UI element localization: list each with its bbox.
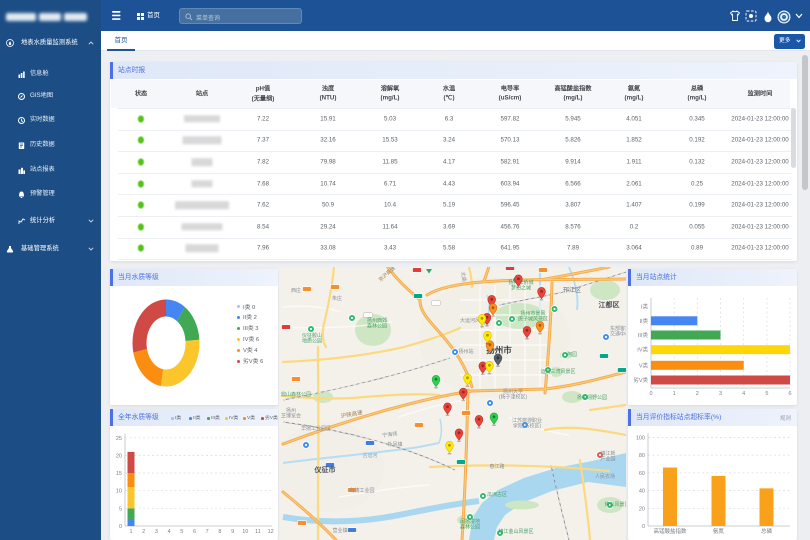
svg-text:仪征市: 仪征市 (314, 465, 336, 474)
svg-text:瓜洲古区: 瓜洲古区 (487, 491, 507, 498)
svg-text:人民农场: 人民农场 (595, 473, 615, 480)
svg-text:氨氮: 氨氮 (713, 527, 725, 535)
svg-text:朴凤镇: 朴凤镇 (387, 441, 402, 448)
svg-text:4: 4 (742, 391, 745, 397)
svg-text:营业镇: 营业镇 (332, 527, 347, 534)
svg-text:3: 3 (719, 391, 722, 397)
svg-text:总磷: 总磷 (761, 527, 773, 535)
svg-text:2: 2 (142, 529, 145, 535)
svg-text:何园: 何园 (567, 351, 577, 358)
svg-text:春江路: 春江路 (489, 463, 504, 470)
svg-text:0: 0 (649, 391, 652, 397)
svg-text:朱庄: 朱庄 (332, 295, 342, 302)
svg-text:运河三湾风景区: 运河三湾风景区 (540, 368, 575, 375)
svg-text:西庄: 西庄 (291, 287, 301, 294)
svg-text:邗江区: 邗江区 (563, 286, 581, 294)
svg-text:40: 40 (639, 489, 645, 495)
svg-text:60: 60 (639, 471, 645, 477)
svg-text:10: 10 (116, 489, 122, 495)
svg-text:7: 7 (206, 529, 209, 535)
svg-text:0: 0 (642, 524, 645, 530)
svg-text:12: 12 (268, 529, 274, 535)
svg-text:III类: III类 (638, 331, 649, 339)
svg-text:镇江新产业园: 镇江新产业园 (600, 450, 615, 463)
svg-text:1: 1 (673, 391, 676, 397)
svg-text:仪征胶山地质公园: 仪征胶山地质公园 (302, 332, 322, 345)
svg-text:80: 80 (639, 453, 645, 459)
svg-text:扬州站: 扬州站 (458, 348, 473, 355)
svg-text:高锰酸盐指数: 高锰酸盐指数 (653, 527, 687, 535)
svg-text:闰扬漫地森林公园: 闰扬漫地森林公园 (460, 518, 480, 531)
svg-text:1: 1 (129, 529, 132, 535)
svg-text:V类: V类 (639, 361, 649, 369)
svg-text:5: 5 (765, 391, 768, 397)
svg-text:6: 6 (193, 529, 196, 535)
svg-text:焦山风景区: 焦山风景区 (604, 501, 626, 508)
svg-text:5: 5 (119, 506, 122, 512)
svg-text:扬州市景风唐子城风景区: 扬州市景风唐子城风景区 (518, 310, 548, 323)
svg-text:25: 25 (116, 436, 122, 442)
svg-text:扬州西郊森林公园: 扬州西郊森林公园 (367, 317, 387, 330)
svg-text:古运河: 古运河 (362, 452, 377, 459)
svg-text:扬子翊野公园: 扬子翊野公园 (577, 394, 607, 401)
svg-text:4: 4 (168, 529, 171, 535)
svg-text:江苏旅游职业学院(新校区): 江苏旅游职业学院(新校区) (512, 417, 542, 430)
svg-text:5: 5 (180, 529, 183, 535)
svg-text:8: 8 (218, 529, 221, 535)
svg-text:2: 2 (696, 391, 699, 397)
svg-text:鼎山森林公园: 鼎山森林公园 (281, 391, 311, 398)
svg-text:20: 20 (116, 453, 122, 459)
svg-text:15: 15 (116, 471, 122, 477)
svg-text:华扬工业园区: 华扬工业园区 (301, 425, 331, 432)
svg-text:100: 100 (636, 435, 645, 441)
svg-text:11: 11 (255, 529, 261, 535)
svg-text:江都区: 江都区 (599, 300, 620, 309)
svg-text:10: 10 (242, 529, 248, 535)
svg-text:I类: I类 (641, 302, 649, 310)
svg-text:镇江金山风景区: 镇江金山风景区 (498, 528, 533, 535)
svg-text:东部客运交通中心: 东部客运交通中心 (610, 325, 626, 338)
svg-text:6: 6 (788, 391, 791, 397)
svg-text:20: 20 (639, 506, 645, 512)
svg-text:IV类: IV类 (637, 346, 648, 354)
svg-text:利涛工业园: 利涛工业园 (349, 487, 374, 494)
svg-text:9: 9 (231, 529, 234, 535)
svg-text:3: 3 (155, 529, 158, 535)
svg-text:II类: II类 (639, 317, 648, 325)
svg-text:劣V类: 劣V类 (633, 376, 648, 384)
svg-text:0: 0 (119, 524, 122, 530)
